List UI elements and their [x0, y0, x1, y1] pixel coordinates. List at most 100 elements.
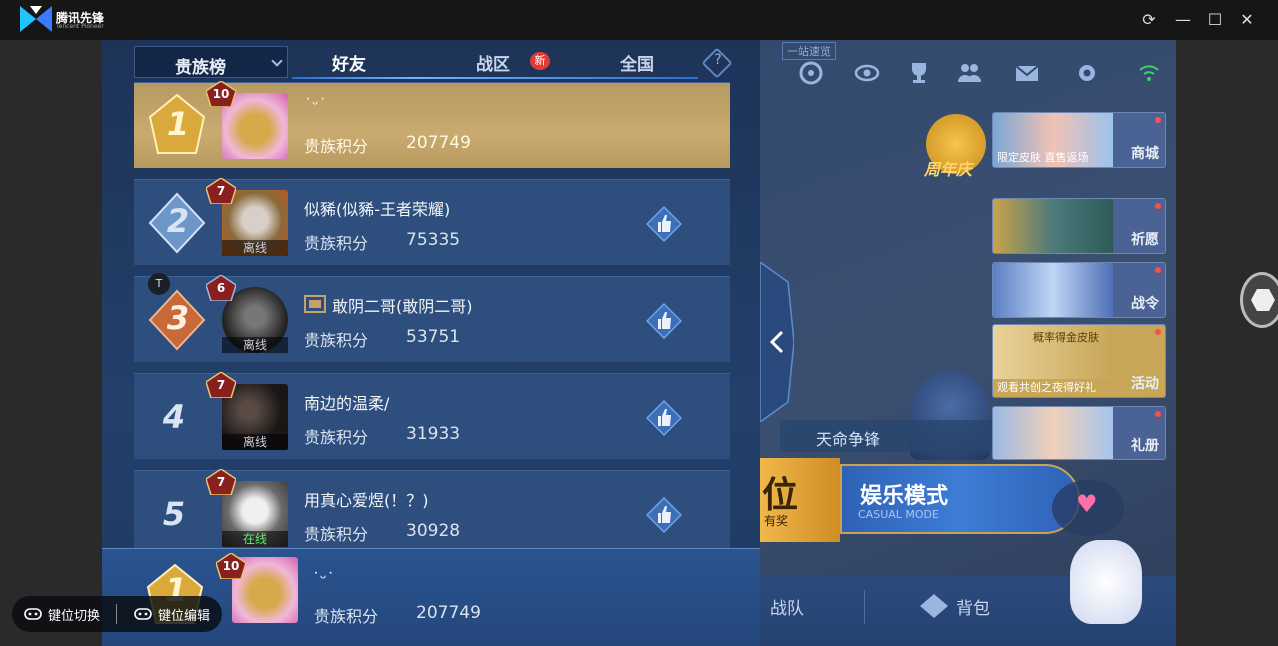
rank-number: 4 [162, 398, 186, 436]
help-icon[interactable]: ? [710, 52, 726, 68]
my-score-label: 贵族积分 [314, 607, 379, 626]
game-viewport: 一站速览 周年庆 天命争锋 位 有奖 娱乐模式 CASUAL MODE 战队 背… [102, 40, 1176, 646]
settings-gear-icon[interactable] [1074, 60, 1100, 86]
nav-team[interactable]: 战队 [770, 594, 804, 619]
heart-bubble[interactable]: ♥ [1052, 480, 1124, 536]
floating-side-button[interactable] [1240, 272, 1278, 328]
quick-view-badge[interactable]: 一站速览 [782, 42, 836, 60]
wish-card-label: 祈愿 [1131, 232, 1159, 248]
maximize-icon[interactable]: ☐ [1203, 8, 1227, 32]
score-value: 207749 [406, 133, 471, 153]
noble-level: 10 [212, 87, 230, 101]
leaderboard-type-dropdown[interactable]: 贵族榜 [134, 46, 288, 78]
score-label: 贵族积分 [304, 525, 369, 544]
gift-card-label: 礼册 [1131, 438, 1159, 454]
mail-icon[interactable] [1014, 60, 1040, 86]
noble-level: 7 [216, 378, 226, 392]
score-value: 30928 [406, 521, 461, 541]
noble-level-badge: 7 [206, 469, 236, 495]
player-name: 用真心爱煜(！？) [304, 491, 429, 510]
tencent-pioneer-logo [20, 6, 52, 32]
my-noble-level-badge: 10 [216, 553, 246, 579]
event-card-label: 活动 [1131, 376, 1159, 392]
rank-mode-label: 位 [762, 475, 799, 516]
trophy-icon[interactable] [906, 60, 932, 86]
thumbs-up-icon[interactable] [646, 400, 682, 436]
wish-card-image [993, 199, 1113, 253]
nav-backpack[interactable]: 背包 [956, 594, 990, 619]
key-mapping-toolbar: 键位切换 键位编辑 [12, 596, 222, 632]
tab-region[interactable]: 战区 [476, 50, 510, 75]
app-subtitle: Tencent Pioneer [56, 23, 104, 30]
rank-mode-sub: 有奖 [764, 514, 789, 528]
my-noble-level: 10 [222, 559, 240, 573]
online-status: 离线 [222, 337, 288, 353]
casual-mode-button[interactable]: 娱乐模式 CASUAL MODE [840, 464, 1080, 534]
shop-card-label: 商城 [1131, 146, 1159, 162]
rank-row-4[interactable]: 4 离线 7 南边的温柔/ 贵族积分 31933 [134, 372, 730, 459]
casual-mode-label: 娱乐模式 [860, 484, 949, 509]
thumbs-up-icon[interactable] [646, 303, 682, 339]
rank-row-5[interactable]: 5 在线 7 用真心爱煜(！？) 贵族积分 30928 [134, 469, 730, 556]
rank-row-1[interactable]: 1 10 ˙ᵕ˙ 贵族积分 207749 [134, 81, 730, 168]
noble-level-badge: 7 [206, 372, 236, 398]
wish-card[interactable]: 祈愿 [992, 198, 1166, 254]
floating-side-icon [1251, 289, 1275, 311]
refresh-icon[interactable]: ⟳ [1137, 8, 1161, 32]
thumbs-up-icon[interactable] [646, 497, 682, 533]
key-switch-button[interactable]: 键位切换 [48, 605, 100, 624]
online-status: 离线 [222, 434, 288, 450]
target-icon[interactable] [798, 60, 824, 86]
tab-national[interactable]: 全国 [620, 50, 654, 75]
heart-icon: ♥ [1076, 490, 1098, 518]
friends-icon[interactable] [956, 60, 982, 86]
tab-underline [292, 77, 698, 79]
wifi-icon [1139, 65, 1159, 81]
battlepass-card[interactable]: 战令 [992, 262, 1166, 318]
noble-level: 6 [216, 281, 226, 295]
online-status: 在线 [222, 531, 288, 547]
casual-mode-en: CASUAL MODE [858, 508, 939, 521]
score-value: 75335 [406, 230, 461, 250]
thumbs-up-icon[interactable] [646, 206, 682, 242]
tab-friends[interactable]: 好友 [332, 50, 366, 75]
new-badge: 新 [530, 52, 550, 70]
noble-level: 7 [216, 184, 226, 198]
key-edit-button[interactable]: 键位编辑 [158, 605, 210, 624]
battlepass-card-image [993, 263, 1113, 317]
battlepass-card-label: 战令 [1131, 296, 1159, 312]
backpack-icon [920, 594, 948, 618]
gift-red-dot [1155, 411, 1161, 417]
my-player-name: ˙ᵕ˙ [312, 569, 335, 588]
rank-number: 3 [166, 299, 190, 337]
anniversary-label: 周年庆 [924, 160, 973, 179]
noble-level-badge: 7 [206, 178, 236, 204]
event-card-header: 概率得金皮肤 [1033, 331, 1099, 344]
gift-card[interactable]: 礼册 [992, 406, 1166, 460]
shop-card-sub: 限定皮肤 直售返场 [997, 151, 1089, 164]
rank-row-2[interactable]: 2 离线 7 似豨(似豨-王者荣耀) 贵族积分 75335 [134, 178, 730, 265]
shop-red-dot [1155, 117, 1161, 123]
gift-card-image [993, 407, 1113, 459]
chevron-down-icon [271, 55, 283, 67]
mode-banner[interactable]: 天命争锋 [780, 420, 1000, 452]
rank-mode-button[interactable]: 位 有奖 [760, 458, 840, 542]
online-status: 离线 [222, 240, 288, 256]
eye-icon[interactable] [854, 60, 880, 86]
mascot-image[interactable] [1070, 540, 1142, 624]
player-name: 敢阴二哥(敢阴二哥) [332, 297, 473, 316]
collapse-panel-button[interactable] [760, 262, 794, 422]
score-value: 53751 [406, 327, 461, 347]
noble-level: 7 [216, 475, 226, 489]
close-icon[interactable]: ✕ [1235, 8, 1259, 32]
window-titlebar: 腾讯先锋 Tencent Pioneer ⟳ — ☐ ✕ [0, 0, 1278, 40]
shop-card[interactable]: 商城 限定皮肤 直售返场 [992, 112, 1166, 168]
gamepad-edit-icon [134, 608, 152, 620]
event-card[interactable]: 概率得金皮肤 活动 观看共创之夜得好礼 [992, 324, 1166, 398]
score-value: 31933 [406, 424, 461, 444]
player-name: ˙ᵕ˙ [304, 95, 327, 114]
score-label: 贵族积分 [304, 428, 369, 447]
my-score-value: 207749 [416, 603, 481, 623]
rank-row-3[interactable]: T 3 离线 6 敢阴二哥(敢阴二哥) 贵族积分 53751 [134, 273, 730, 362]
minimize-icon[interactable]: — [1171, 8, 1195, 32]
